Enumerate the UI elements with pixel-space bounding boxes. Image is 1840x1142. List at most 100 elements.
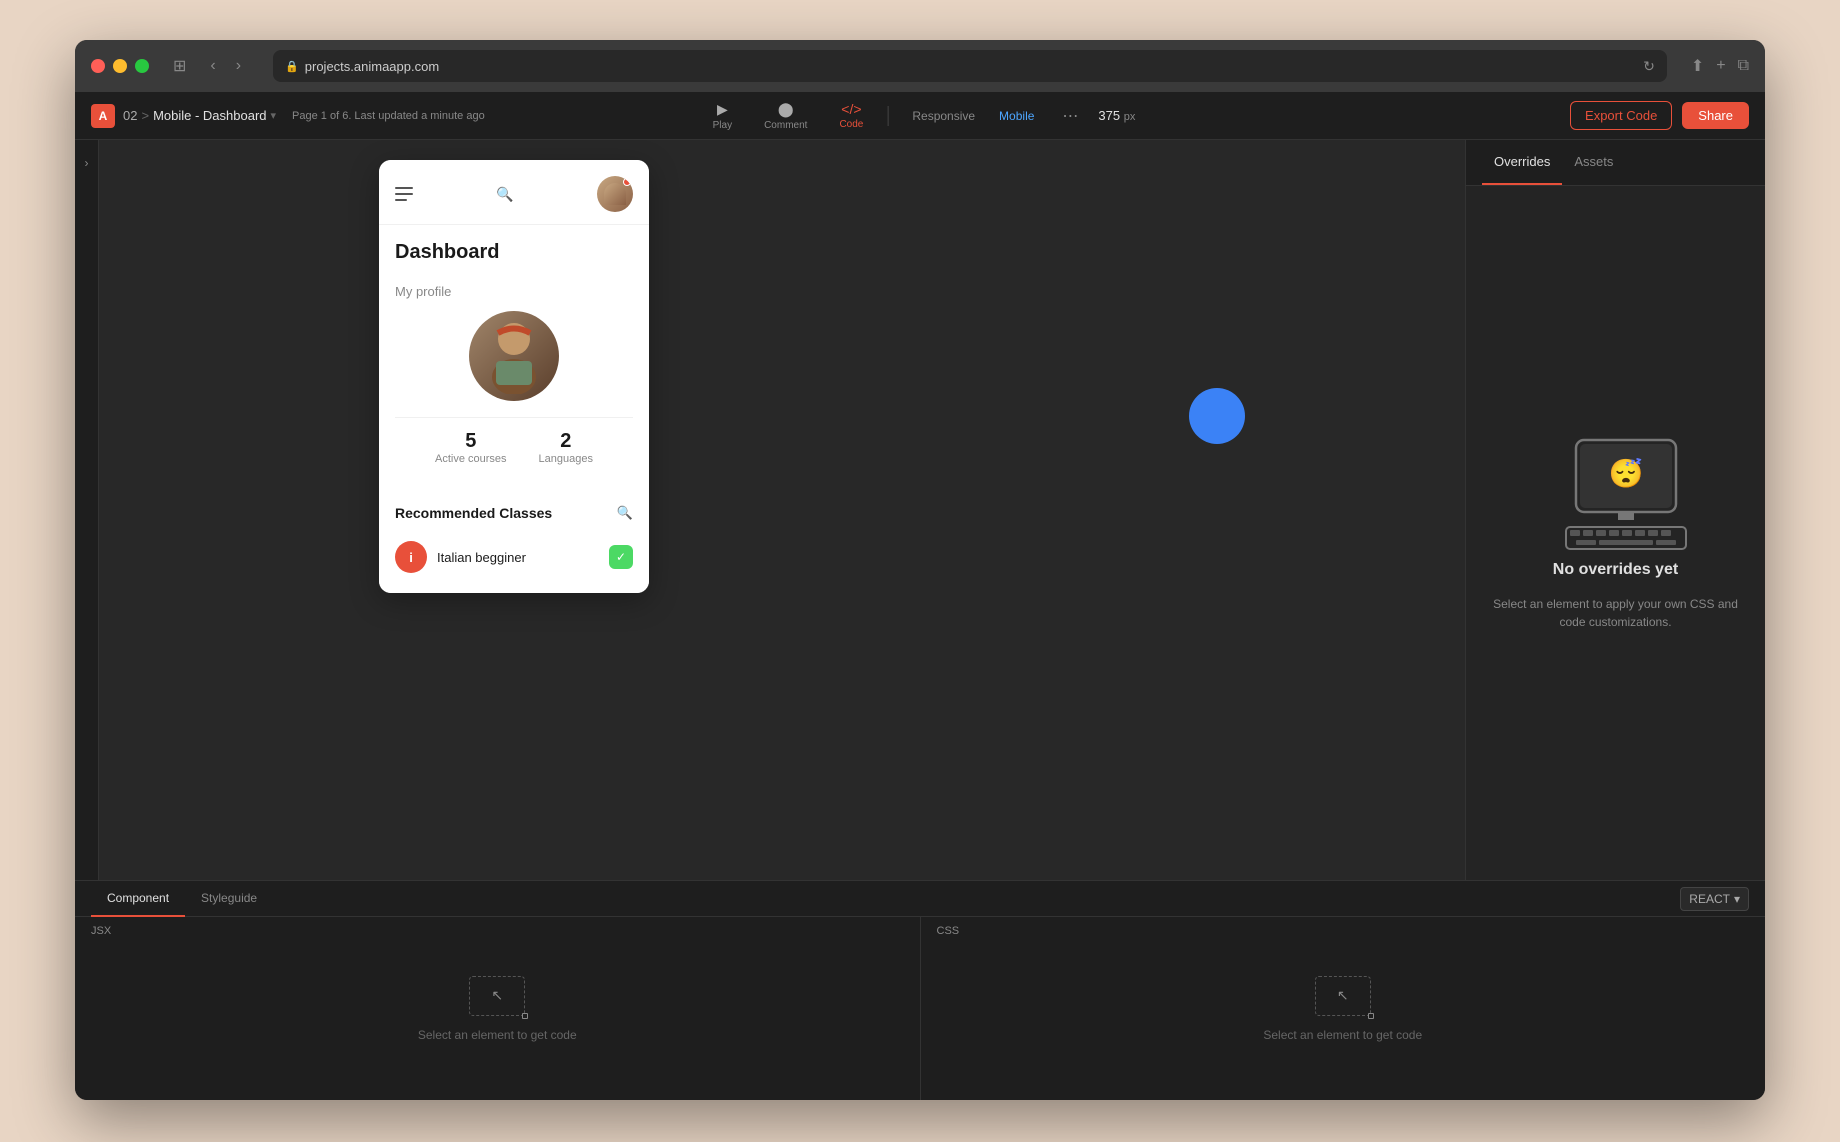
browser-window: ⊞ ‹ › 🔒 projects.animaapp.com ↻ ⬆ + ⧉ A … xyxy=(75,40,1765,1100)
breadcrumb-separator: > xyxy=(141,108,149,123)
sidebar-toggle-browser[interactable]: ⊞ xyxy=(169,52,190,80)
comment-icon: ⬤ xyxy=(778,101,794,118)
sidebar-toggle[interactable]: › xyxy=(75,140,99,880)
code-icon: </> xyxy=(841,101,861,117)
framework-select-btn[interactable]: REACT ▾ xyxy=(1680,887,1749,911)
languages-stat: 2 Languages xyxy=(539,430,593,465)
bottom-tabs: Component Styleguide REACT ▾ xyxy=(75,881,1765,917)
traffic-light-red[interactable] xyxy=(91,59,105,73)
hamburger-line-1 xyxy=(395,187,413,189)
profile-label: My profile xyxy=(395,284,633,299)
comment-tool[interactable]: ⬤ Comment xyxy=(756,97,815,135)
traffic-light-yellow[interactable] xyxy=(113,59,127,73)
px-unit: px xyxy=(1124,111,1136,123)
class-name-0: Italian begginer xyxy=(437,550,599,565)
tab-styleguide[interactable]: Styleguide xyxy=(185,881,273,917)
rec-search-icon[interactable]: 🔍 xyxy=(617,505,633,521)
no-overrides-title: No overrides yet xyxy=(1553,561,1678,579)
active-courses-value: 5 xyxy=(435,430,507,453)
mobile-view-btn[interactable]: Mobile xyxy=(991,105,1042,127)
recommended-section: Recommended Classes 🔍 i Italian begginer… xyxy=(379,493,649,593)
logo-text: A xyxy=(99,109,108,123)
cursor-icon-css: ↖ xyxy=(1337,987,1349,1004)
profile-figure-svg xyxy=(484,319,544,394)
refresh-button[interactable]: ↻ xyxy=(1643,58,1655,75)
toolbar-center: ▶ Play ⬤ Comment </> Code Responsive Mob… xyxy=(705,97,1136,135)
address-bar[interactable]: 🔒 projects.animaapp.com ↻ xyxy=(273,50,1667,82)
forward-button[interactable]: › xyxy=(228,53,249,79)
tabs-icon[interactable]: ⧉ xyxy=(1738,57,1749,75)
avatar-figure xyxy=(604,183,626,205)
code-tool[interactable]: </> Code xyxy=(831,97,871,134)
browser-titlebar: ⊞ ‹ › 🔒 projects.animaapp.com ↻ ⬆ + ⧉ xyxy=(75,40,1765,92)
profile-stats: 5 Active courses 2 Languages xyxy=(395,417,633,477)
browser-actions: ⬆ + ⧉ xyxy=(1691,56,1749,76)
recommended-header: Recommended Classes 🔍 xyxy=(395,505,633,521)
blue-floating-dot xyxy=(1189,388,1245,444)
active-courses-label: Active courses xyxy=(435,453,507,465)
mobile-avatar[interactable] xyxy=(597,176,633,212)
languages-label: Languages xyxy=(539,453,593,465)
code-label-btn: Code xyxy=(839,119,863,130)
lock-icon: 🔒 xyxy=(285,60,299,73)
share-button[interactable]: Share xyxy=(1682,102,1749,129)
px-value: 375 px xyxy=(1098,108,1135,123)
recommended-title: Recommended Classes xyxy=(395,505,552,521)
class-item-0: i Italian begginer ✓ xyxy=(395,533,633,581)
traffic-light-green[interactable] xyxy=(135,59,149,73)
class-icon-0: i xyxy=(395,541,427,573)
tab-assets[interactable]: Assets xyxy=(1562,140,1625,185)
app-toolbar: A 02 > Mobile - Dashboard ▾ Page 1 of 6.… xyxy=(75,92,1765,140)
framework-label: REACT xyxy=(1689,892,1730,906)
css-select-box: ↖ xyxy=(1315,976,1371,1016)
app-content: A 02 > Mobile - Dashboard ▾ Page 1 of 6.… xyxy=(75,92,1765,1100)
framework-selector[interactable]: REACT ▾ xyxy=(1680,887,1749,911)
languages-value: 2 xyxy=(539,430,593,453)
bottom-code-panels: JSX ↖ Select an element to get code CSS xyxy=(75,917,1765,1100)
new-tab-icon[interactable]: + xyxy=(1716,57,1725,75)
px-number: 375 xyxy=(1098,108,1120,123)
toolbar-sep xyxy=(887,106,888,126)
canvas-area: 🔍 Dashboard My profile xyxy=(99,140,1465,880)
workspace: › 🔍 xyxy=(75,140,1765,880)
css-label: CSS xyxy=(937,925,960,937)
active-courses-stat: 5 Active courses xyxy=(435,430,507,465)
tab-overrides[interactable]: Overrides xyxy=(1482,140,1562,185)
project-chevron[interactable]: ▾ xyxy=(271,109,277,122)
svg-text:😴: 😴 xyxy=(1608,457,1643,489)
more-button[interactable]: ⋯ xyxy=(1058,106,1082,126)
computer-illustration: 😴 xyxy=(1546,435,1686,545)
play-tool[interactable]: ▶ Play xyxy=(705,97,740,135)
browser-window-controls: ⊞ xyxy=(169,52,190,80)
breadcrumb-num: 02 xyxy=(123,108,137,123)
framework-chevron: ▾ xyxy=(1734,892,1740,906)
anima-logo: A xyxy=(91,104,115,128)
project-name: Mobile - Dashboard xyxy=(153,108,266,123)
traffic-lights xyxy=(91,59,149,73)
dashboard-title: Dashboard xyxy=(379,225,649,276)
export-code-button[interactable]: Export Code xyxy=(1570,101,1672,130)
bottom-panel: Component Styleguide REACT ▾ JSX ↖ xyxy=(75,880,1765,1100)
hamburger-icon[interactable] xyxy=(395,187,413,201)
jsx-label: JSX xyxy=(91,925,111,937)
mobile-search-icon[interactable]: 🔍 xyxy=(496,186,513,203)
right-panel-tabs: Overrides Assets xyxy=(1466,140,1765,186)
hamburger-line-2 xyxy=(395,193,413,195)
comment-label: Comment xyxy=(764,120,807,131)
right-panel: Overrides Assets 😴 xyxy=(1465,140,1765,880)
css-pane-body: ↖ Select an element to get code xyxy=(921,917,1766,1100)
css-select-prompt: Select an element to get code xyxy=(1263,1028,1422,1042)
url-text: projects.animaapp.com xyxy=(305,59,439,74)
play-icon: ▶ xyxy=(717,101,728,118)
responsive-view-btn[interactable]: Responsive xyxy=(904,105,983,127)
play-label: Play xyxy=(713,120,732,131)
back-button[interactable]: ‹ xyxy=(202,53,223,79)
tab-component[interactable]: Component xyxy=(91,881,185,917)
share-browser-icon[interactable]: ⬆ xyxy=(1691,56,1704,76)
class-check-0[interactable]: ✓ xyxy=(609,545,633,569)
profile-section: My profile xyxy=(379,276,649,493)
avatar-notification-dot xyxy=(623,178,631,186)
jsx-pane: JSX ↖ Select an element to get code xyxy=(75,917,921,1100)
view-options: Responsive Mobile xyxy=(904,105,1042,127)
select-handle-css xyxy=(1368,1013,1374,1019)
